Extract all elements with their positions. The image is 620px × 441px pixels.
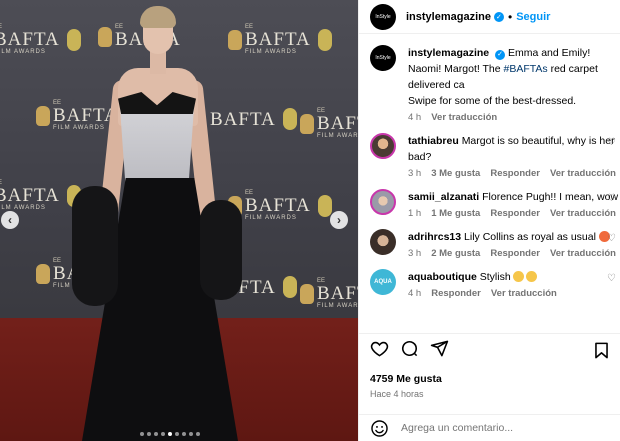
like-count[interactable]: 4759 Me gusta <box>370 373 442 385</box>
comment-username[interactable]: samii_alzanati <box>408 191 479 203</box>
reply-button[interactable]: Responder <box>490 248 540 259</box>
post-photo[interactable]: EEBAFTAFILM AWARDS EEBAFTA EEBAFTAFILM A… <box>0 0 358 441</box>
comment-text: Lily Collins as royal as usual <box>464 231 596 243</box>
reply-button[interactable]: Responder <box>431 288 481 299</box>
post-timestamp: Hace 4 horas <box>370 389 424 399</box>
avatar[interactable] <box>370 229 396 255</box>
comment-username[interactable]: tathiabreu <box>408 135 459 147</box>
like-comment-icon[interactable]: ♡ <box>607 233 616 244</box>
comment-meta: 4 h Ver traducción <box>408 112 498 123</box>
comment-row: tathiabreu Margot is so beautiful, why i… <box>359 133 620 179</box>
next-slide-button[interactable]: › <box>330 211 348 229</box>
comment-username[interactable]: aquaboutique <box>408 271 477 283</box>
bafta-logo: EEBAFTAFILM AWARDS <box>300 278 358 309</box>
comment-username[interactable]: adrihrcs13 <box>408 231 461 243</box>
comment-input[interactable] <box>401 422 601 434</box>
comment-bubble-icon[interactable] <box>400 339 419 358</box>
comment-username[interactable]: instylemagazine <box>408 47 489 59</box>
translate-link[interactable]: Ver traducción <box>550 248 616 259</box>
hashtag-link[interactable]: #BAFTAs <box>504 63 548 75</box>
translate-link[interactable]: Ver traducción <box>550 168 616 179</box>
translate-link[interactable]: Ver traducción <box>491 288 557 299</box>
comment-likes[interactable]: 1 Me gusta <box>431 208 480 219</box>
comment-row: adrihrcs13 Lily Collins as royal as usua… <box>359 229 620 259</box>
comment-meta: 3 h 2 Me gusta Responder Ver traducción <box>408 248 616 259</box>
separator: • <box>507 9 513 24</box>
caption-text-line2: Swipe for some of the best-dressed. <box>408 95 577 107</box>
comment-meta: 3 h 3 Me gusta Responder Ver traducción <box>408 168 616 179</box>
verified-icon: ✓ <box>495 50 506 60</box>
slide-indicator <box>140 432 200 436</box>
slide-dot <box>154 432 158 436</box>
like-comment-icon[interactable]: ♡ <box>607 273 616 284</box>
translate-link[interactable]: Ver traducción <box>550 208 616 219</box>
caption: InStyle instylemagazine ✓ Emma and Emily… <box>359 45 620 123</box>
reply-button[interactable]: Responder <box>490 168 540 179</box>
comment-text: Florence Pugh!! I mean, wow!! <box>482 191 619 203</box>
comment-meta: 1 h 1 Me gusta Responder Ver traducción <box>408 208 616 219</box>
post-header: InStyle instylemagazine ✓ • Seguir <box>359 0 620 34</box>
comment-row: samii_alzanati Florence Pugh!! I mean, w… <box>359 189 620 219</box>
clap-emoji-icon <box>525 271 537 282</box>
emoji-picker-icon[interactable] <box>370 419 389 438</box>
avatar[interactable]: InStyle <box>370 3 396 30</box>
previous-slide-button[interactable]: ‹ <box>1 211 19 229</box>
comment-text: Margot is so beautiful, why is her <box>461 135 615 147</box>
slide-dot <box>147 432 151 436</box>
avatar[interactable] <box>370 133 396 159</box>
follow-button[interactable]: Seguir <box>516 11 550 23</box>
comment-likes[interactable]: 3 Me gusta <box>431 168 480 179</box>
bafta-logo: EEBAFTAFILM AWARDS <box>300 108 358 139</box>
like-heart-icon[interactable] <box>370 339 389 358</box>
username-link[interactable]: instylemagazine <box>406 11 491 23</box>
avatar[interactable]: AQUA <box>370 269 396 295</box>
add-comment-bar <box>359 414 620 441</box>
slide-dot <box>140 432 144 436</box>
clap-emoji-icon <box>512 271 524 282</box>
slide-dot <box>182 432 186 436</box>
comment-likes[interactable]: 2 Me gusta <box>431 248 480 259</box>
post-actions-bar <box>359 333 620 363</box>
share-send-icon[interactable] <box>430 339 449 358</box>
slide-dot <box>175 432 179 436</box>
comment-text: Stylish <box>479 271 511 283</box>
translate-link[interactable]: Ver traducción <box>431 112 497 123</box>
avatar[interactable] <box>370 189 396 215</box>
reply-button[interactable]: Responder <box>490 208 540 219</box>
like-comment-icon[interactable]: ♡ <box>607 193 616 204</box>
post-side-panel: InStyle instylemagazine ✓ • Seguir InSty… <box>358 0 620 441</box>
slide-dot <box>161 432 165 436</box>
slide-dot-active <box>168 432 172 436</box>
comment-list[interactable]: InStyle instylemagazine ✓ Emma and Emily… <box>359 45 620 299</box>
slide-dot <box>196 432 200 436</box>
verified-icon: ✓ <box>493 11 504 22</box>
slide-dot <box>189 432 193 436</box>
like-comment-icon[interactable]: ♡ <box>607 137 616 148</box>
save-bookmark-icon[interactable] <box>592 341 611 360</box>
avatar[interactable]: InStyle <box>370 45 396 71</box>
person-figure <box>62 0 252 441</box>
comment-meta: 4 h Responder Ver traducción <box>408 288 557 299</box>
comment-row: AQUA aquaboutique Stylish 4 h Responder … <box>359 269 620 299</box>
